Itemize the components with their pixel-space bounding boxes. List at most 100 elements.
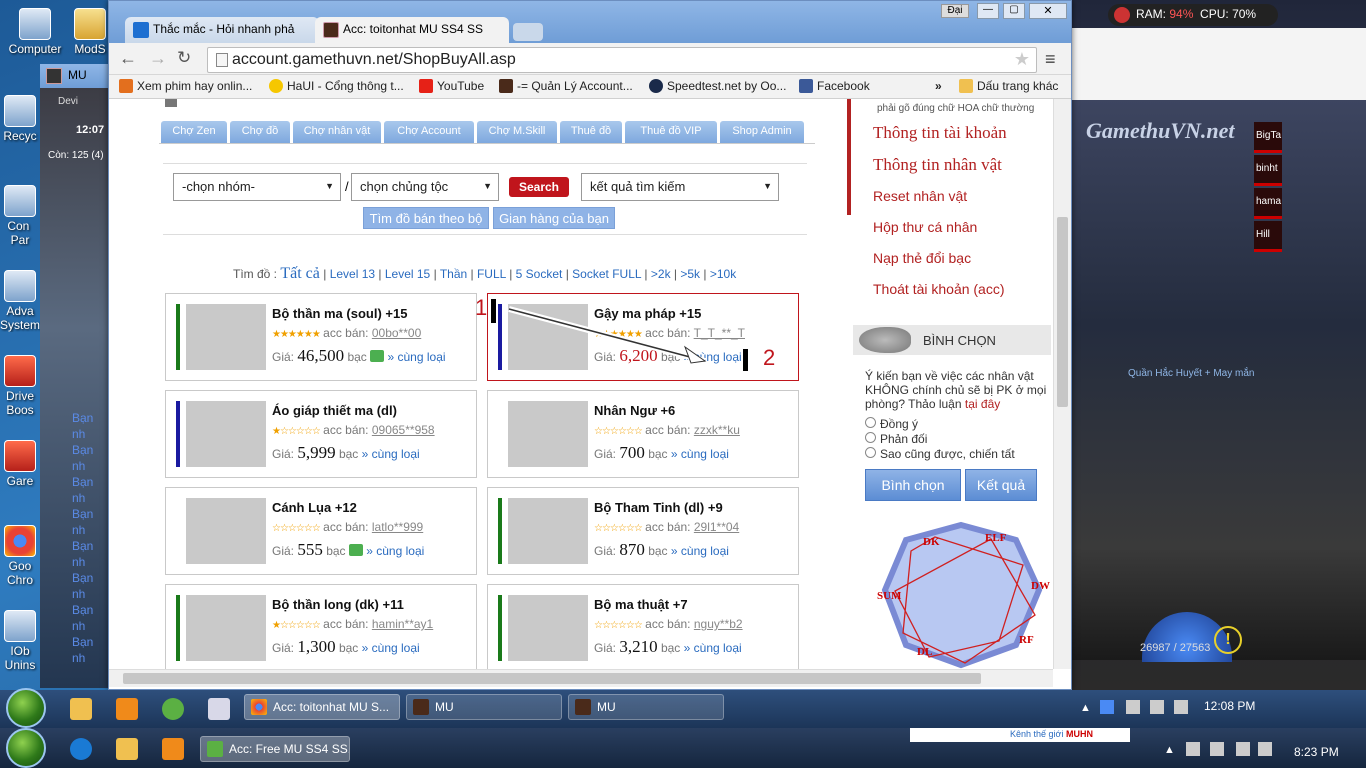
start-button[interactable] (6, 728, 46, 768)
nav-tab-mskill[interactable]: Chợ M.Skill (477, 121, 557, 143)
nav-tab-rent[interactable]: Thuê đồ (560, 121, 622, 143)
internet-explorer-icon[interactable] (70, 738, 92, 760)
nav-tab-shop-admin[interactable]: Shop Admin (720, 121, 804, 143)
item-name[interactable]: Áo giáp thiết ma (dl) (272, 403, 397, 418)
volume-icon[interactable] (1258, 742, 1272, 756)
link-topup[interactable]: Nạp thẻ đổi bạc (873, 250, 971, 266)
item-name[interactable]: Cánh Lụa +12 (272, 500, 357, 515)
power-icon[interactable] (1236, 742, 1250, 756)
vertical-scroll-thumb[interactable] (1057, 217, 1068, 407)
nav-tab-accounts[interactable]: Chợ Account (384, 121, 474, 143)
poll-option[interactable]: Phản đối (865, 432, 1015, 447)
search-button[interactable]: Search (509, 177, 569, 197)
clock[interactable]: 8:23 PM (1294, 745, 1339, 759)
item-name[interactable]: Bộ ma thuật +7 (594, 597, 688, 612)
item-card[interactable]: Cánh Lụa +12 ☆☆☆☆☆☆ acc bán: latlo**999 Gi… (165, 487, 477, 575)
filter-link[interactable]: >10k (710, 267, 736, 281)
mu-window-titlebar[interactable]: MU (40, 64, 112, 88)
computer-desktop-icon[interactable]: Computer (0, 8, 70, 56)
alert-icon[interactable]: ! (1214, 626, 1242, 654)
mu-game-right[interactable]: RAM: 94% CPU: 70% GamethuVN.net BigTa bi… (1072, 0, 1366, 690)
flag-icon[interactable] (1210, 742, 1224, 756)
link-logout[interactable]: Thoát tài khoản (acc) (873, 281, 1005, 297)
item-card[interactable]: Bộ thần ma (soul) +15 ★★★★★★ acc bán: 00b… (165, 293, 477, 381)
iobit-uninstaller-desktop-icon[interactable]: IOb Unins (0, 610, 40, 672)
seller-link[interactable]: 29l1**04 (694, 520, 739, 534)
horizontal-scroll-thumb[interactable] (123, 673, 981, 684)
task-mu-1[interactable]: MU (406, 694, 562, 720)
item-thumbnail[interactable] (508, 595, 588, 661)
radio-icon[interactable] (865, 447, 876, 458)
network-app-icon[interactable] (208, 698, 230, 720)
nav-tab-characters[interactable]: Chợ nhân vật (293, 121, 381, 143)
nav-tab-items[interactable]: Chợ đồ (230, 121, 290, 143)
vote-button[interactable]: Bình chọn (865, 469, 961, 501)
item-card[interactable]: Bộ Tham Tinh (dl) +9 ☆☆☆☆☆☆ acc bán: 29l1… (487, 487, 799, 575)
same-type-link[interactable]: » cùng loại (362, 641, 420, 655)
item-thumbnail[interactable] (186, 595, 266, 661)
item-card[interactable]: Bộ thần long (dk) +11 ★☆☆☆☆☆ acc bán: ham… (165, 584, 477, 669)
tab-question[interactable]: Thắc mắc - Hỏi nhanh phả (125, 17, 319, 43)
reload-icon[interactable]: ↻ (177, 48, 191, 68)
poll-option[interactable]: Sao cũng được, chiến tất (865, 447, 1015, 462)
explorer-icon[interactable] (70, 698, 92, 720)
item-card[interactable]: Áo giáp thiết ma (dl) ★☆☆☆☆☆ acc bán: 090… (165, 390, 477, 478)
item-name[interactable]: Bộ thần ma (soul) +15 (272, 306, 407, 321)
link-character-info[interactable]: Thông tin nhân vật (873, 155, 1002, 175)
item-card[interactable]: Nhân Ngư +6 ☆☆☆☆☆☆ acc bán: zzxk**ku Giá: … (487, 390, 799, 478)
radio-icon[interactable] (865, 417, 876, 428)
results-button[interactable]: Kết quả (965, 469, 1037, 501)
link-mailbox[interactable]: Hộp thư cá nhân (873, 219, 977, 235)
address-bar[interactable]: account.gamethuvn.net/ShopBuyAll.asp ★ (207, 47, 1037, 73)
start-button[interactable] (6, 688, 46, 728)
link-reset-character[interactable]: Reset nhân vật (873, 188, 967, 204)
poll-option[interactable]: Đồng ý (865, 417, 1015, 432)
network-icon[interactable] (1126, 700, 1140, 714)
nav-tab-rent-vip[interactable]: Thuê đồ VIP (625, 121, 717, 143)
vertical-scrollbar[interactable] (1053, 99, 1071, 669)
item-name[interactable]: Nhân Ngư +6 (594, 403, 675, 418)
seller-link[interactable]: 00bo**00 (372, 326, 421, 340)
forward-icon[interactable]: → (149, 48, 167, 69)
chat-icon[interactable] (348, 544, 363, 556)
filter-link[interactable]: Thần (440, 267, 467, 281)
language-icon[interactable] (1100, 700, 1114, 714)
filter-link[interactable]: >2k (651, 267, 671, 281)
close-button[interactable]: ✕ (1029, 3, 1067, 19)
same-type-link[interactable]: » cùng loại (388, 350, 446, 364)
item-thumbnail[interactable] (186, 498, 266, 564)
seller-link[interactable]: latlo**999 (372, 520, 423, 534)
task-mu-2[interactable]: MU (568, 694, 724, 720)
new-tab-button[interactable] (513, 23, 543, 41)
result-select[interactable]: kết quả tìm kiếm (581, 173, 779, 201)
filter-link[interactable]: Level 15 (385, 267, 430, 281)
mods-desktop-icon[interactable]: ModS (70, 8, 110, 56)
bookmark-item[interactable]: Speedtest.net by Oo... (649, 79, 786, 93)
bookmark-facebook[interactable]: Facebook (799, 79, 870, 93)
seller-link[interactable]: nguy**b2 (694, 617, 743, 631)
filter-link[interactable]: >5k (680, 267, 700, 281)
same-type-link[interactable]: » cùng loại (366, 544, 424, 558)
seller-link[interactable]: 09065**958 (372, 423, 435, 437)
recycle-bin-desktop-icon[interactable]: Recyc (0, 95, 40, 143)
filter-all-link[interactable]: Tất cả (280, 265, 320, 282)
bookmark-item[interactable]: Xem phim hay onlin... (119, 79, 252, 93)
google-chrome-desktop-icon[interactable]: Goo Chro (0, 525, 40, 587)
media-player-icon[interactable] (162, 738, 184, 760)
nav-tab-zen[interactable]: Chợ Zen (161, 121, 227, 143)
advanced-system-desktop-icon[interactable]: Adva System (0, 270, 40, 332)
bookmark-item[interactable]: HaUI - Cổng thông t... (269, 79, 404, 93)
item-name[interactable]: Bộ thần long (dk) +11 (272, 597, 404, 612)
item-name[interactable]: Bộ Tham Tinh (dl) +9 (594, 500, 723, 515)
tray-chevron-icon[interactable]: ▲ (1080, 702, 1091, 714)
item-thumbnail[interactable] (508, 498, 588, 564)
bookmark-item[interactable]: -= Quản Lý Account... (499, 79, 633, 93)
explorer-icon[interactable] (116, 738, 138, 760)
maximize-button[interactable]: ▢ (1003, 3, 1025, 19)
filter-link[interactable]: Level 13 (330, 267, 375, 281)
mu-game-left[interactable]: Devi 12:07 Còn: 125 (4) Bạn nh Bạn nh Bạ… (40, 88, 110, 688)
bookmarks-overflow[interactable]: » (935, 79, 942, 93)
race-select[interactable]: chọn chủng tộc (351, 173, 499, 201)
back-icon[interactable]: ← (119, 48, 137, 69)
group-select[interactable]: -chọn nhóm- (173, 173, 341, 201)
